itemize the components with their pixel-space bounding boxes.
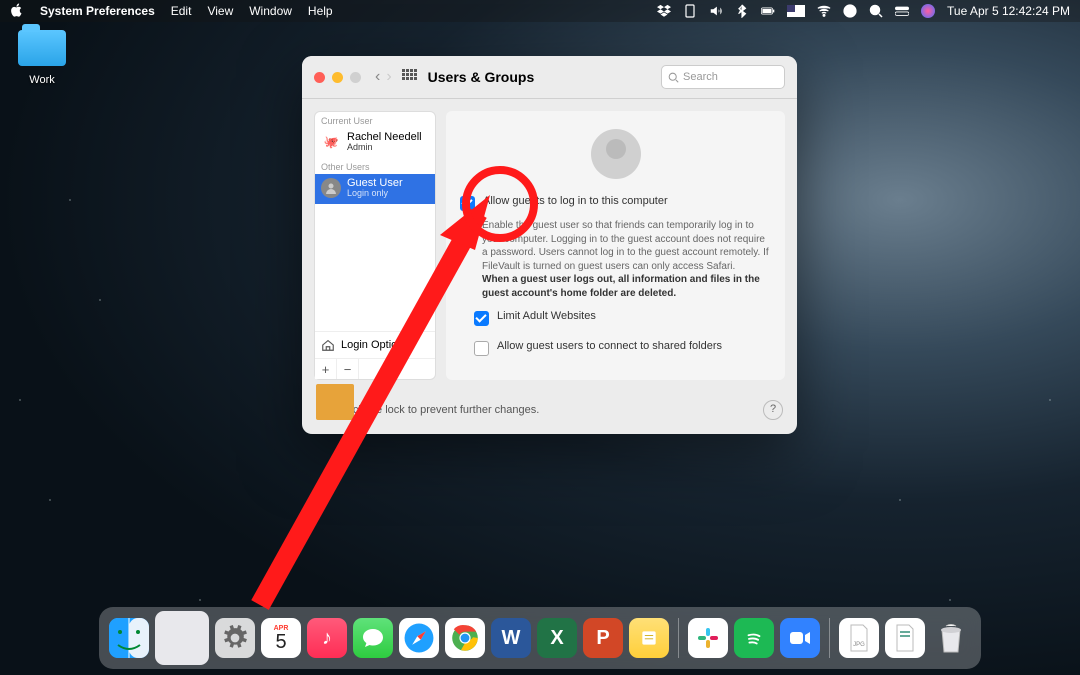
search-field[interactable]: Search — [661, 65, 785, 89]
show-all-prefs-button[interactable] — [402, 69, 418, 85]
menubar-clock[interactable]: Tue Apr 5 12:42:24 PM — [947, 4, 1070, 18]
dock-slack[interactable] — [688, 618, 728, 658]
users-sidebar: Current User 🐙 Rachel Needell Admin Othe… — [314, 111, 436, 380]
dock-safari[interactable] — [399, 618, 439, 658]
dock-downloads-file-2[interactable] — [885, 618, 925, 658]
dock-notes[interactable] — [629, 618, 669, 658]
login-options-label: Login Options — [341, 339, 409, 351]
help-button[interactable]: ? — [763, 400, 783, 420]
input-source-menu-icon[interactable] — [787, 5, 805, 17]
volume-menu-icon[interactable] — [709, 4, 723, 18]
menu-view[interactable]: View — [207, 4, 233, 18]
dock-messages[interactable] — [353, 618, 393, 658]
allow-guests-label: Allow guests to log in to this computer — [483, 195, 668, 211]
allow-guests-warning: When a guest user logs out, all informat… — [482, 274, 760, 299]
dock-separator — [678, 618, 679, 658]
window-controls — [314, 72, 361, 83]
avatar-icon — [321, 178, 341, 198]
dock-calendar[interactable]: APR 5 — [261, 618, 301, 658]
battery-menu-icon[interactable] — [761, 4, 775, 18]
guest-user-role: Login only — [347, 189, 403, 199]
dock-music[interactable]: ♪ — [307, 618, 347, 658]
remove-user-button[interactable]: − — [337, 359, 359, 379]
svg-text:JPG: JPG — [853, 642, 865, 648]
folder-icon — [18, 30, 66, 66]
dock-word[interactable]: W — [491, 618, 531, 658]
limit-adult-checkbox[interactable] — [474, 311, 489, 326]
menubar: System Preferences Edit View Window Help… — [0, 0, 1080, 22]
forward-button[interactable]: › — [386, 68, 391, 86]
dock-separator — [829, 618, 830, 658]
guest-avatar-icon[interactable] — [591, 129, 641, 179]
back-button[interactable]: ‹ — [375, 68, 380, 86]
zoom-button[interactable] — [350, 72, 361, 83]
dock-powerpoint[interactable]: P — [583, 618, 623, 658]
allow-guests-checkbox[interactable] — [460, 196, 475, 211]
apple-menu-icon[interactable] — [10, 3, 24, 20]
folder-label: Work — [29, 74, 54, 86]
bluetooth-menu-icon[interactable] — [735, 4, 749, 18]
dock-downloads-file[interactable]: JPG — [839, 618, 879, 658]
wifi-menu-icon[interactable] — [817, 4, 831, 18]
active-app-name[interactable]: System Preferences — [40, 4, 155, 18]
pane-title: Users & Groups — [428, 69, 535, 85]
allow-guests-description: Enable the guest user so that friends ca… — [482, 220, 769, 272]
shared-folders-label: Allow guest users to connect to shared f… — [497, 340, 722, 356]
dropbox-menu-icon[interactable] — [657, 4, 671, 18]
desktop: System Preferences Edit View Window Help… — [0, 0, 1080, 675]
shared-folders-checkbox[interactable] — [474, 341, 489, 356]
sidebar-header-other: Other Users — [315, 158, 435, 174]
avatar-icon: 🐙 — [321, 132, 341, 152]
dock: APR 5 ♪ W X P JPG — [99, 607, 981, 669]
close-button[interactable] — [314, 72, 325, 83]
dock-zoom[interactable] — [780, 618, 820, 658]
clock-menu-icon[interactable] — [843, 4, 857, 18]
dock-finder[interactable] — [109, 618, 149, 658]
siri-menu-icon[interactable] — [921, 4, 935, 18]
menu-edit[interactable]: Edit — [171, 4, 192, 18]
search-placeholder: Search — [683, 71, 718, 83]
dock-launchpad[interactable] — [155, 611, 209, 665]
menu-window[interactable]: Window — [249, 4, 292, 18]
guest-user-settings: Allow guests to log in to this computer … — [446, 111, 785, 380]
sidebar-user-guest[interactable]: Guest User Login only — [315, 174, 435, 204]
dock-chrome[interactable] — [445, 618, 485, 658]
add-user-button[interactable]: + — [315, 359, 337, 379]
lock-button[interactable] — [316, 400, 332, 420]
house-icon — [321, 338, 335, 352]
sidebar-user-current[interactable]: 🐙 Rachel Needell Admin — [315, 128, 435, 158]
control-center-icon[interactable] — [895, 4, 909, 18]
dock-spotify[interactable] — [734, 618, 774, 658]
lock-hint-label: Click the lock to prevent further change… — [340, 404, 539, 416]
dock-trash[interactable] — [931, 618, 971, 658]
desktop-folder-work[interactable]: Work — [12, 30, 72, 88]
system-preferences-window: ‹ › Users & Groups Search Current User 🐙 — [302, 56, 797, 434]
dock-settings[interactable] — [215, 618, 255, 658]
current-user-role: Admin — [347, 143, 422, 153]
dock-excel[interactable]: X — [537, 618, 577, 658]
menu-help[interactable]: Help — [308, 4, 333, 18]
limit-adult-label: Limit Adult Websites — [497, 310, 596, 326]
spotlight-menu-icon[interactable] — [869, 4, 883, 18]
window-titlebar: ‹ › Users & Groups Search — [302, 56, 797, 99]
sidebar-header-current: Current User — [315, 112, 435, 128]
backup-menu-icon[interactable] — [683, 4, 697, 18]
login-options-button[interactable]: Login Options — [315, 331, 435, 358]
minimize-button[interactable] — [332, 72, 343, 83]
calendar-day: 5 — [275, 632, 286, 652]
